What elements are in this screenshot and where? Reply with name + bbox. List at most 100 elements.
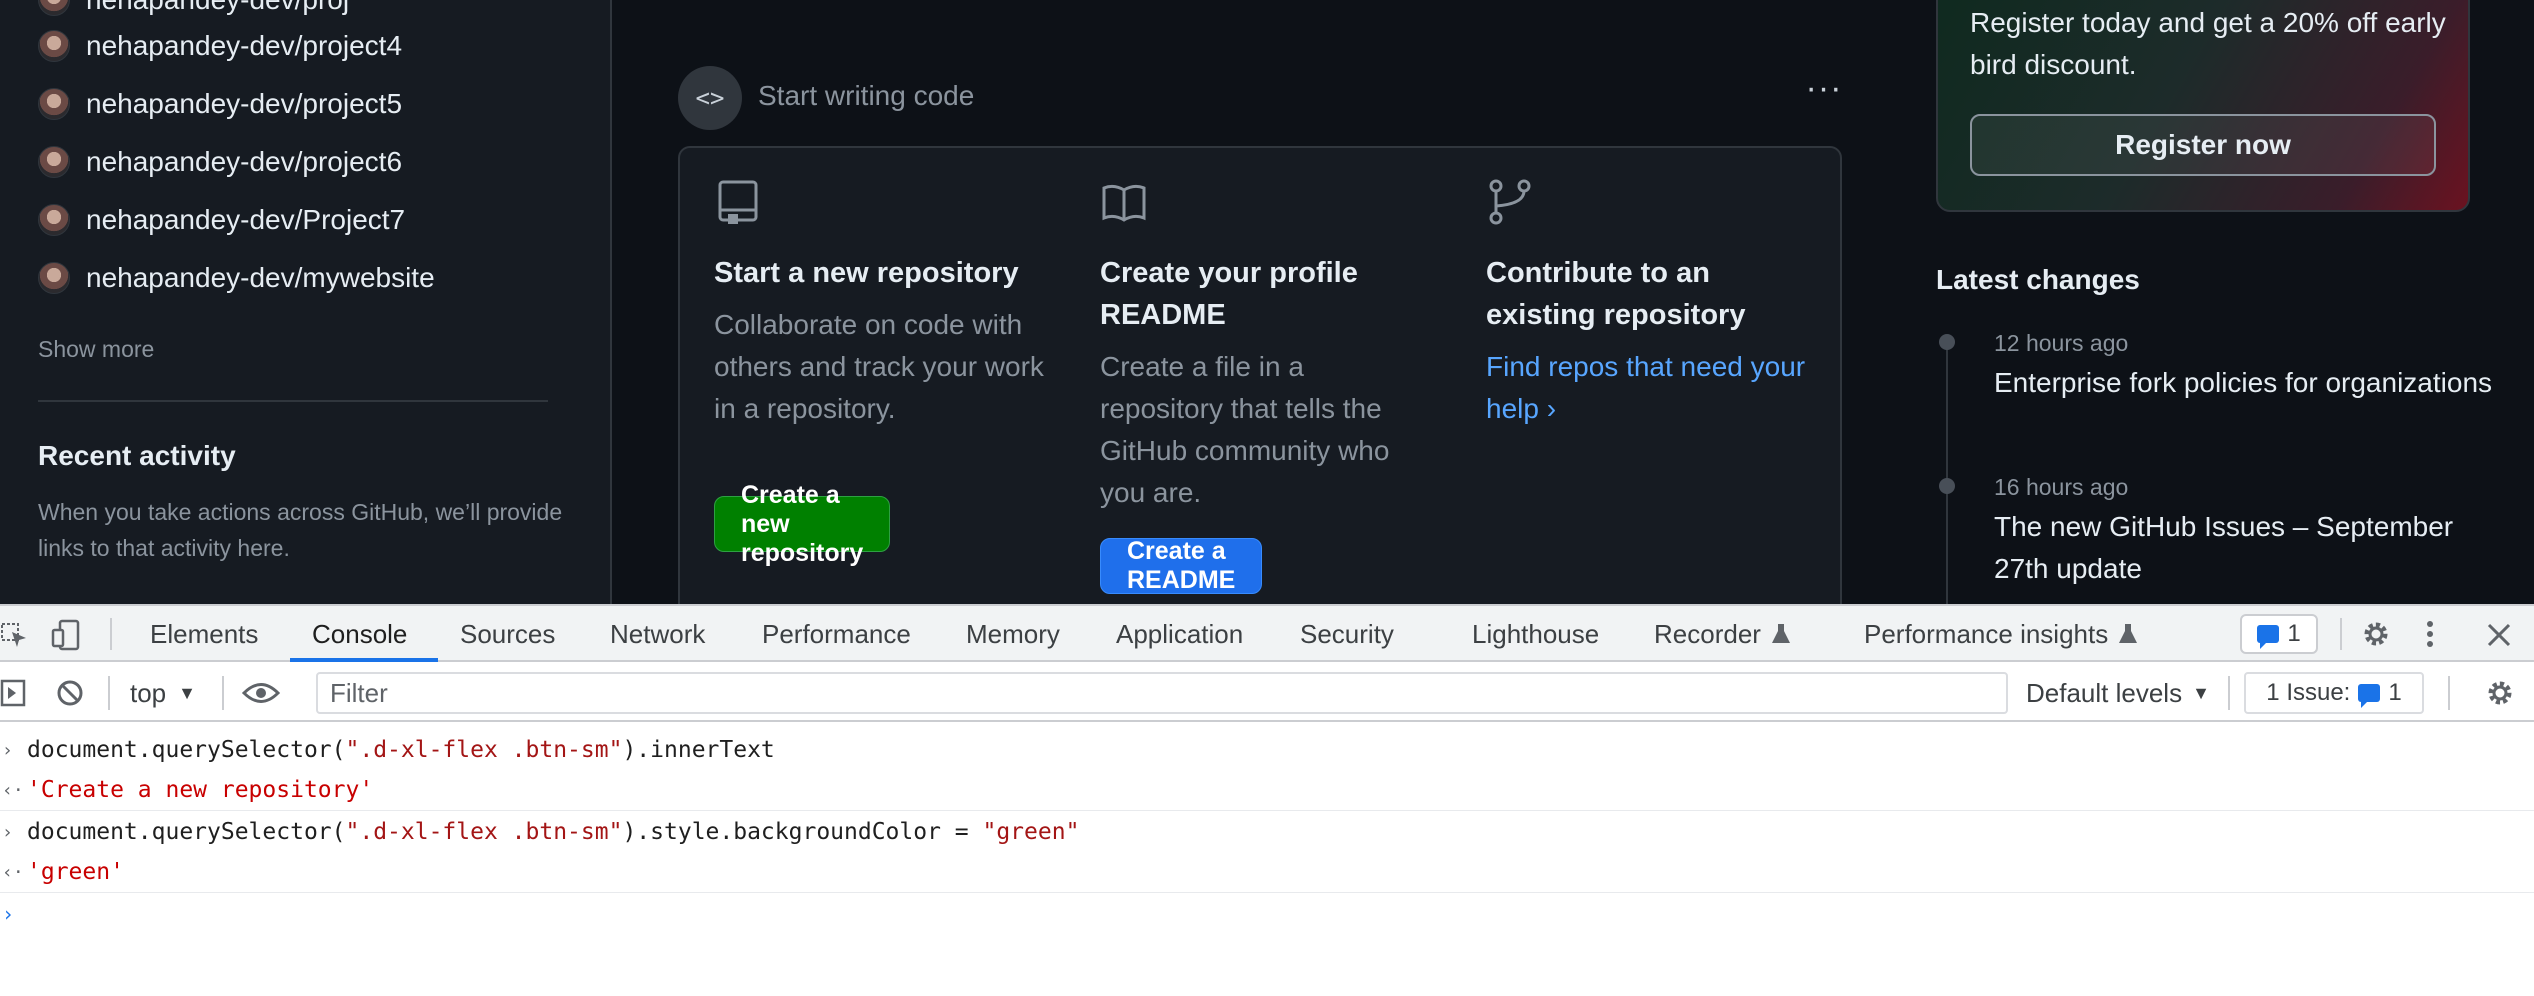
experiment-flask-icon — [1771, 624, 1790, 643]
change-title[interactable]: Enterprise fork policies for organizatio… — [1994, 362, 2494, 404]
console-settings-gear-icon[interactable] — [2484, 677, 2516, 709]
tab-security[interactable]: Security — [1300, 606, 1394, 662]
tab-recorder-label[interactable]: Recorder — [1654, 619, 1761, 650]
context-selector[interactable]: top ▼ — [130, 664, 196, 722]
avatar — [38, 88, 70, 120]
tab-sources[interactable]: Sources — [460, 606, 555, 662]
clear-console-icon[interactable] — [56, 679, 84, 707]
repo-item[interactable]: nehapandey-dev/mywebsite — [38, 258, 435, 298]
tab-console[interactable]: Console — [312, 606, 407, 662]
active-tab-indicator — [290, 658, 438, 662]
show-more-link[interactable]: Show more — [38, 336, 154, 363]
code-segment: document.querySelector( — [27, 737, 346, 763]
tab-performance-insights[interactable]: Performance insights — [1864, 606, 2138, 662]
code-segment: ).style.backgroundColor = — [622, 819, 983, 845]
repo-item[interactable]: nehapandey-dev/project6 — [38, 142, 402, 182]
issues-button[interactable]: 1 Issue: 1 — [2244, 672, 2424, 714]
latest-changes-title: Latest changes — [1936, 264, 2140, 295]
filter-input[interactable] — [330, 674, 1990, 712]
card-title: Start a new repository — [714, 257, 1019, 289]
device-toolbar-icon[interactable] — [50, 618, 84, 652]
repo-name[interactable]: nehapandey-dev/Project7 — [86, 204, 405, 236]
result-chevron-icon: ‹· — [2, 861, 24, 883]
github-dashboard: nehapandey-dev/proj nehapandey-dev/proje… — [0, 0, 2534, 604]
card-description: Create a file in a repository that tells… — [1100, 351, 1390, 508]
repo-item[interactable]: nehapandey-dev/project5 — [38, 84, 402, 124]
tab-performance-insights-label[interactable]: Performance insights — [1864, 619, 2108, 650]
console-divider — [0, 892, 2534, 893]
code-string: ".d-xl-flex .btn-sm" — [345, 819, 623, 845]
console-result-line: ‹· 'green' — [0, 852, 2534, 892]
message-icon — [2257, 625, 2280, 649]
show-sidebar-icon[interactable] — [0, 679, 26, 707]
console-command: document.querySelector(".d-xl-flex .btn-… — [27, 737, 775, 763]
create-readme-button[interactable]: Create a README — [1100, 537, 1263, 594]
code-string: "green" — [982, 819, 1080, 845]
devtools-panel: Elements Console Sources Network Perform… — [0, 604, 2534, 996]
avatar — [38, 146, 70, 178]
code-segment: document.querySelector( — [27, 819, 346, 845]
dropdown-arrow-icon: ▼ — [178, 682, 196, 703]
tab-network[interactable]: Network — [610, 606, 705, 662]
console-result-line: ‹· 'Create a new repository' — [0, 770, 2534, 810]
repo-name[interactable]: nehapandey-dev/project5 — [86, 88, 402, 120]
repo-name[interactable]: nehapandey-dev/mywebsite — [86, 262, 435, 294]
tab-lighthouse[interactable]: Lighthouse — [1472, 606, 1599, 662]
log-levels-dropdown[interactable]: Default levels ▼ — [2026, 664, 2210, 722]
result-chevron-icon: ‹· — [2, 779, 24, 801]
repo-name: nehapandey-dev/proj — [86, 0, 349, 16]
register-now-button[interactable]: Register now — [1970, 114, 2436, 176]
messages-badge[interactable]: 1 — [2240, 614, 2318, 654]
code-icon: <> — [678, 66, 742, 130]
tab-recorder[interactable]: Recorder — [1654, 606, 1791, 662]
eye-icon[interactable] — [242, 680, 280, 706]
book-icon — [1102, 184, 1146, 222]
log-levels-label: Default levels — [2026, 677, 2183, 708]
start-writing-code-label: Start writing code — [758, 80, 975, 111]
separator — [222, 676, 224, 710]
create-new-repository-button[interactable]: Create a new repository — [714, 481, 891, 567]
tab-memory[interactable]: Memory — [966, 606, 1060, 662]
filter-field[interactable] — [316, 672, 2008, 714]
message-count: 1 — [2287, 620, 2301, 647]
console-output: › document.querySelector(".d-xl-flex .bt… — [0, 722, 2534, 996]
divider — [38, 400, 548, 402]
close-icon[interactable] — [2486, 622, 2512, 648]
repo-item-partial[interactable]: nehapandey-dev/proj — [38, 0, 349, 20]
repo-name[interactable]: nehapandey-dev/project4 — [86, 30, 402, 62]
console-result: 'Create a new repository' — [27, 777, 374, 803]
avatar — [38, 262, 70, 294]
code-segment: ).innerText — [622, 737, 775, 763]
repo-item[interactable]: nehapandey-dev/Project7 — [38, 200, 405, 240]
input-chevron-icon: › — [2, 739, 13, 761]
experiment-flask-icon — [2119, 624, 2138, 643]
recent-activity-title: Recent activity — [38, 440, 236, 471]
change-time: 12 hours ago — [1994, 330, 2129, 356]
tab-performance[interactable]: Performance — [762, 606, 911, 662]
promo-text: Register today and get a 20% off early b… — [1970, 7, 2446, 80]
repo-name[interactable]: nehapandey-dev/project6 — [86, 146, 402, 178]
console-command: document.querySelector(".d-xl-flex .btn-… — [27, 819, 1079, 845]
find-repos-link[interactable]: Find repos that need your help › — [1486, 346, 1816, 430]
kebab-vertical-icon[interactable] — [2424, 618, 2436, 650]
console-input-line[interactable]: › document.querySelector(".d-xl-flex .bt… — [0, 812, 2534, 852]
console-toolbar: top ▼ Default levels ▼ 1 Issue: 1 — [0, 664, 2534, 722]
dropdown-arrow-icon: ▼ — [2192, 682, 2210, 703]
find-repos-link-text[interactable]: Find repos that need your help — [1486, 351, 1805, 424]
tab-application[interactable]: Application — [1116, 606, 1243, 662]
git-fork-icon — [1489, 179, 1531, 225]
inspect-element-icon[interactable] — [0, 620, 30, 650]
separator — [2448, 676, 2450, 710]
start-cards-panel: Start a new repository Collaborate on co… — [678, 146, 1842, 604]
tab-elements[interactable]: Elements — [150, 606, 258, 662]
separator — [2340, 618, 2342, 650]
kebab-horizontal-icon[interactable]: ··· — [1800, 71, 1848, 114]
issues-count: 1 — [2388, 679, 2402, 706]
console-input-line[interactable]: › document.querySelector(".d-xl-flex .bt… — [0, 730, 2534, 770]
repo-item[interactable]: nehapandey-dev/project4 — [38, 26, 402, 66]
gear-icon[interactable] — [2360, 618, 2392, 650]
change-title[interactable]: The new GitHub Issues – September 27th u… — [1994, 506, 2494, 590]
input-chevron-icon: › — [2, 821, 13, 843]
prompt-chevron-icon[interactable]: › — [2, 902, 14, 926]
avatar — [38, 0, 70, 16]
